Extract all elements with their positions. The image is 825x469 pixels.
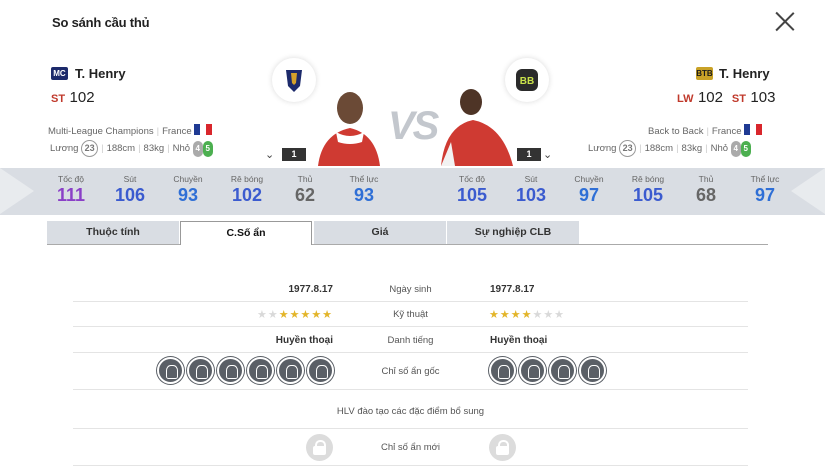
window-title: So sánh cầu thủ	[52, 15, 150, 30]
stat-left-shooting: Sút 106	[114, 174, 146, 205]
season-name: Multi-League Champions	[48, 126, 154, 137]
overall-rating: 103	[750, 89, 776, 106]
season-badge-left: MC	[51, 67, 68, 80]
row-skill-moves: ★★★★★★★ Kỹ thuật ★★★★★★★	[73, 301, 748, 327]
age-badge: 23	[619, 140, 637, 157]
stat-right-defending: Thủ 68	[695, 174, 717, 205]
lock-icon	[489, 434, 516, 461]
left-traits	[157, 357, 337, 389]
position-label: LW	[677, 93, 694, 105]
france-flag-icon	[194, 124, 213, 135]
stat-right-pace: Tốc độ 105	[456, 174, 488, 205]
row-coach-traits: HLV đào tạo các đặc điểm bổ sung	[73, 398, 748, 424]
upgrade-level-left[interactable]: 1	[282, 148, 306, 161]
nation: France	[162, 126, 192, 137]
weight: 83kg	[143, 143, 165, 155]
right-traits	[489, 357, 609, 389]
tab-price[interactable]: Giá	[314, 221, 446, 244]
row-label: Chỉ số ẩn gốc	[381, 366, 440, 377]
season-badge-right: BTB	[696, 67, 713, 80]
season-name: Back to Back	[648, 126, 704, 137]
position-rating-right: LW 102 ST 103	[677, 89, 775, 107]
row-label: Ngày sinh	[389, 284, 432, 295]
trait-icon[interactable]	[579, 357, 606, 384]
body-type: Nhỏ	[710, 143, 729, 155]
stat-left-physical: Thể lực 93	[349, 174, 379, 205]
row-label: HLV đào tạo các đặc điểm bổ sung	[336, 406, 485, 417]
age-badge: 23	[81, 140, 99, 157]
row-birth-date: 1977.8.17 Ngày sinh 1977.8.17	[73, 276, 748, 302]
season-emblem-right: BB	[505, 58, 549, 102]
body-type: Nhỏ	[172, 143, 191, 155]
row-label: Chỉ số ẩn mới	[380, 442, 441, 453]
trait-icon[interactable]	[307, 357, 334, 384]
trait-icon[interactable]	[549, 357, 576, 384]
row-new-traits: Chỉ số ẩn mới	[73, 428, 748, 466]
weight: 83kg	[681, 143, 703, 155]
position-label: ST	[731, 93, 746, 105]
left-skill-stars: ★★★★★★★	[257, 309, 334, 321]
stat-left-passing: Chuyền 93	[173, 174, 203, 205]
trait-icon[interactable]	[519, 357, 546, 384]
close-icon[interactable]	[774, 10, 796, 32]
player-info-line-left: Multi-League Champions | France	[48, 124, 213, 137]
stat-left-dribbling: Rê bóng 102	[230, 174, 264, 205]
svg-text:BB: BB	[520, 76, 534, 87]
player-name-right: T. Henry	[719, 66, 770, 81]
height: 188cm	[106, 143, 136, 155]
player-info-line-right: Back to Back | France	[648, 124, 763, 137]
stat-right-physical: Thể lực 97	[750, 174, 780, 205]
player-photo-left	[310, 82, 384, 166]
stat-left-pace: Tốc độ 111	[56, 174, 86, 205]
trait-icon[interactable]	[247, 357, 274, 384]
trait-icon[interactable]	[217, 357, 244, 384]
stat-left-defending: Thủ 62	[294, 174, 316, 205]
tab-hidden-stats[interactable]: C.Số ẩn	[180, 221, 312, 245]
right-reputation: Huyền thoại	[490, 335, 548, 346]
strong-foot-icon: 5	[740, 140, 751, 157]
position-label: ST	[51, 93, 66, 105]
left-birth-date: 1977.8.17	[288, 284, 334, 295]
stat-right-dribbling: Rê bóng 105	[631, 174, 665, 205]
player-physical-left: Lương 23 | 188cm | 83kg | Nhỏ 45	[50, 140, 213, 157]
nation: France	[711, 126, 742, 137]
right-skill-stars: ★★★★★★★	[489, 309, 566, 321]
height: 188cm	[644, 143, 674, 155]
strong-foot-icon: 5	[202, 140, 213, 157]
player-name-left: T. Henry	[75, 66, 126, 81]
chevron-down-icon[interactable]: ⌄	[265, 148, 274, 161]
trait-icon[interactable]	[489, 357, 516, 384]
stats-comparison-bar: Tốc độ 111 Sút 106 Chuyền 93 Rê bóng 102 Thủ…	[0, 168, 825, 215]
row-label: Kỹ thuật	[393, 309, 428, 320]
overall-rating: 102	[697, 89, 723, 106]
player-physical-right: Lương 23 | 188cm | 83kg | Nhỏ 45	[588, 140, 751, 157]
overall-rating: 102	[69, 89, 95, 106]
tab-bar: Thuộc tính C.Số ẩn Giá Sự nghiệp CLB	[47, 221, 768, 245]
tab-club-career[interactable]: Sự nghiệp CLB	[447, 221, 579, 244]
right-birth-date: 1977.8.17	[490, 284, 535, 295]
vs-label: VS	[388, 104, 439, 148]
lock-icon	[306, 434, 333, 461]
stat-right-passing: Chuyền 97	[574, 174, 604, 205]
weak-foot-icon: 4	[730, 140, 741, 157]
trait-icon[interactable]	[157, 357, 184, 384]
row-reputation: Huyền thoại Danh tiếng Huyền thoại	[73, 327, 748, 353]
france-flag-icon	[744, 124, 763, 135]
tab-attributes[interactable]: Thuộc tính	[47, 221, 179, 244]
weak-foot-icon: 4	[192, 140, 203, 157]
row-original-traits: Chỉ số ẩn gốc	[73, 352, 748, 390]
row-label: Danh tiếng	[387, 335, 434, 346]
trait-icon[interactable]	[277, 357, 304, 384]
position-rating-left: ST 102	[51, 89, 95, 107]
stat-right-shooting: Sút 103	[515, 174, 547, 205]
upgrade-level-right[interactable]: 1	[517, 148, 541, 161]
left-reputation: Huyền thoại	[275, 335, 333, 346]
chevron-down-icon[interactable]: ⌄	[543, 148, 552, 161]
trait-icon[interactable]	[187, 357, 214, 384]
